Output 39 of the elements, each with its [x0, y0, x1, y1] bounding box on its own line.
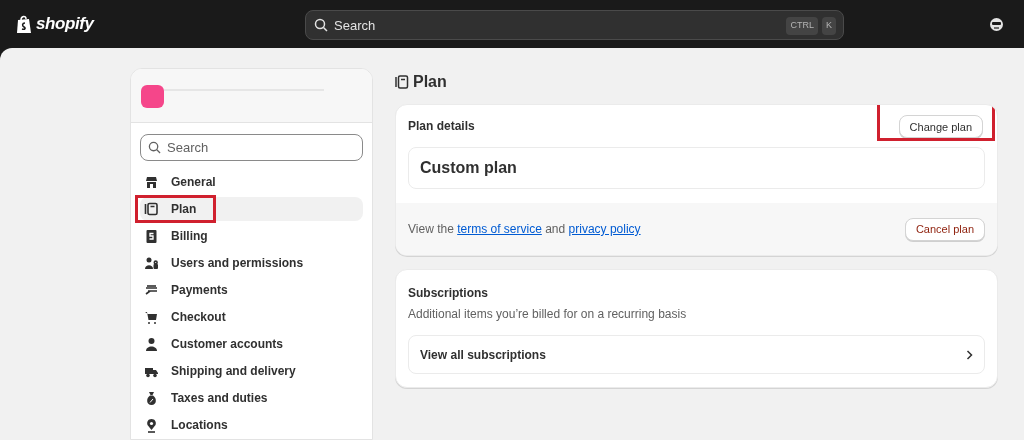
- search-icon: [148, 141, 161, 154]
- sidebar-item[interactable]: General: [140, 170, 363, 194]
- people-icon: [144, 255, 159, 271]
- document-icon: [395, 75, 409, 89]
- view-subscriptions-row[interactable]: View all subscriptions: [408, 335, 985, 374]
- card-description: Additional items you’re billed for on a recurring basis: [408, 306, 688, 323]
- pin-icon: [144, 417, 159, 433]
- page-title: Plan: [413, 72, 447, 92]
- document-icon: [144, 201, 159, 217]
- policy-link[interactable]: terms of service: [457, 222, 542, 236]
- search-field[interactable]: Search: [140, 134, 363, 161]
- sidebar-item[interactable]: Customer accounts: [140, 332, 363, 356]
- sidebar-item[interactable]: Payments: [140, 278, 363, 302]
- change-plan-button[interactable]: Change plan: [898, 115, 983, 139]
- card-heading: Subscriptions: [408, 285, 489, 302]
- chevron-right-icon: [966, 349, 973, 360]
- policy-link[interactable]: privacy policy: [568, 222, 641, 236]
- sidebar-item[interactable]: Users and permissions: [140, 251, 363, 275]
- shopify-bag-icon: [16, 14, 32, 34]
- sidebar-item[interactable]: Shipping and delivery: [140, 359, 363, 383]
- sidebar-item[interactable]: Billing: [140, 224, 363, 248]
- card-heading: Plan details: [408, 118, 475, 135]
- terms-text: View the terms of service and privacy policy: [408, 221, 641, 238]
- money-bag-icon: [144, 390, 159, 406]
- sidebar-item[interactable]: Locations: [140, 413, 363, 437]
- store-avatar[interactable]: [141, 85, 164, 108]
- avatar-icon[interactable]: [989, 17, 1004, 32]
- cancel-plan-button[interactable]: Cancel plan: [904, 217, 985, 241]
- receipt-icon: [144, 228, 159, 244]
- sidebar-item[interactable]: Taxes and duties: [140, 386, 363, 410]
- store-icon: [144, 174, 159, 190]
- shopify-logo[interactable]: shopify: [36, 11, 94, 37]
- cart-icon: [144, 309, 159, 325]
- search-icon: [314, 18, 328, 32]
- sidebar-item[interactable]: Checkout: [140, 305, 363, 329]
- person-icon: [144, 336, 159, 352]
- shortcut-key: CTRL: [786, 17, 818, 35]
- plan-name: Custom plan: [420, 158, 517, 178]
- hand-card-icon: [144, 282, 159, 298]
